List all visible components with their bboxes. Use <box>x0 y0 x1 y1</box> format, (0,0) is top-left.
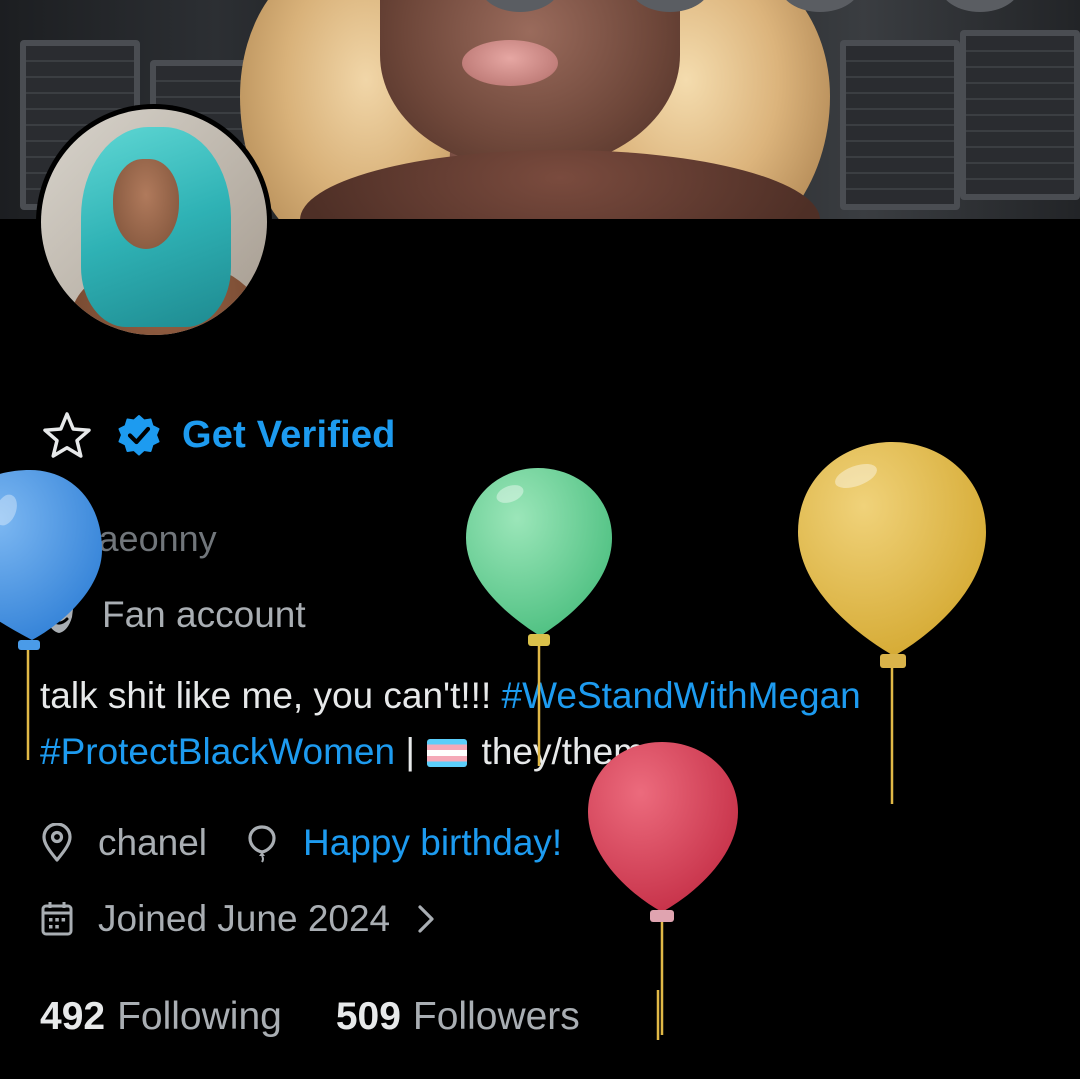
location-pin-icon <box>40 822 80 864</box>
balloon-decoration-green <box>466 468 612 766</box>
chevron-right-icon[interactable] <box>416 903 436 935</box>
following-count: 492 <box>40 995 106 1038</box>
verified-badge-icon[interactable] <box>116 410 166 460</box>
profile-avatar[interactable] <box>36 104 272 340</box>
following-link[interactable]: 492 Following <box>40 995 282 1039</box>
joined-date-text: Joined June 2024 <box>98 898 391 939</box>
balloon-icon <box>245 822 285 864</box>
followers-label: Followers <box>412 995 580 1038</box>
followers-link[interactable]: 509 Followers <box>336 995 580 1039</box>
balloon-decoration-blue <box>0 470 102 760</box>
balloon-decoration-yellow <box>798 442 986 804</box>
verify-row: Get Verified <box>40 410 396 460</box>
bio-separator: | <box>405 731 415 772</box>
birthday-text[interactable]: Happy birthday! <box>303 822 562 864</box>
account-category-text: Fan account <box>102 594 306 635</box>
location-text: chanel <box>98 822 208 863</box>
joined-row[interactable]: Joined June 2024 <box>40 898 436 940</box>
profile-meta-row: chanel Happy birthday! <box>40 822 562 864</box>
profile-page: Get Verified @traeonny Fan account talk … <box>0 0 1080 1079</box>
balloon-string <box>656 990 660 1040</box>
calendar-icon <box>40 898 80 940</box>
star-outline-icon[interactable] <box>40 410 96 460</box>
follow-stats: 492 Following 509 Followers <box>40 995 580 1039</box>
get-verified-link[interactable]: Get Verified <box>182 414 396 457</box>
following-label: Following <box>117 995 282 1038</box>
followers-count: 509 <box>335 995 401 1038</box>
